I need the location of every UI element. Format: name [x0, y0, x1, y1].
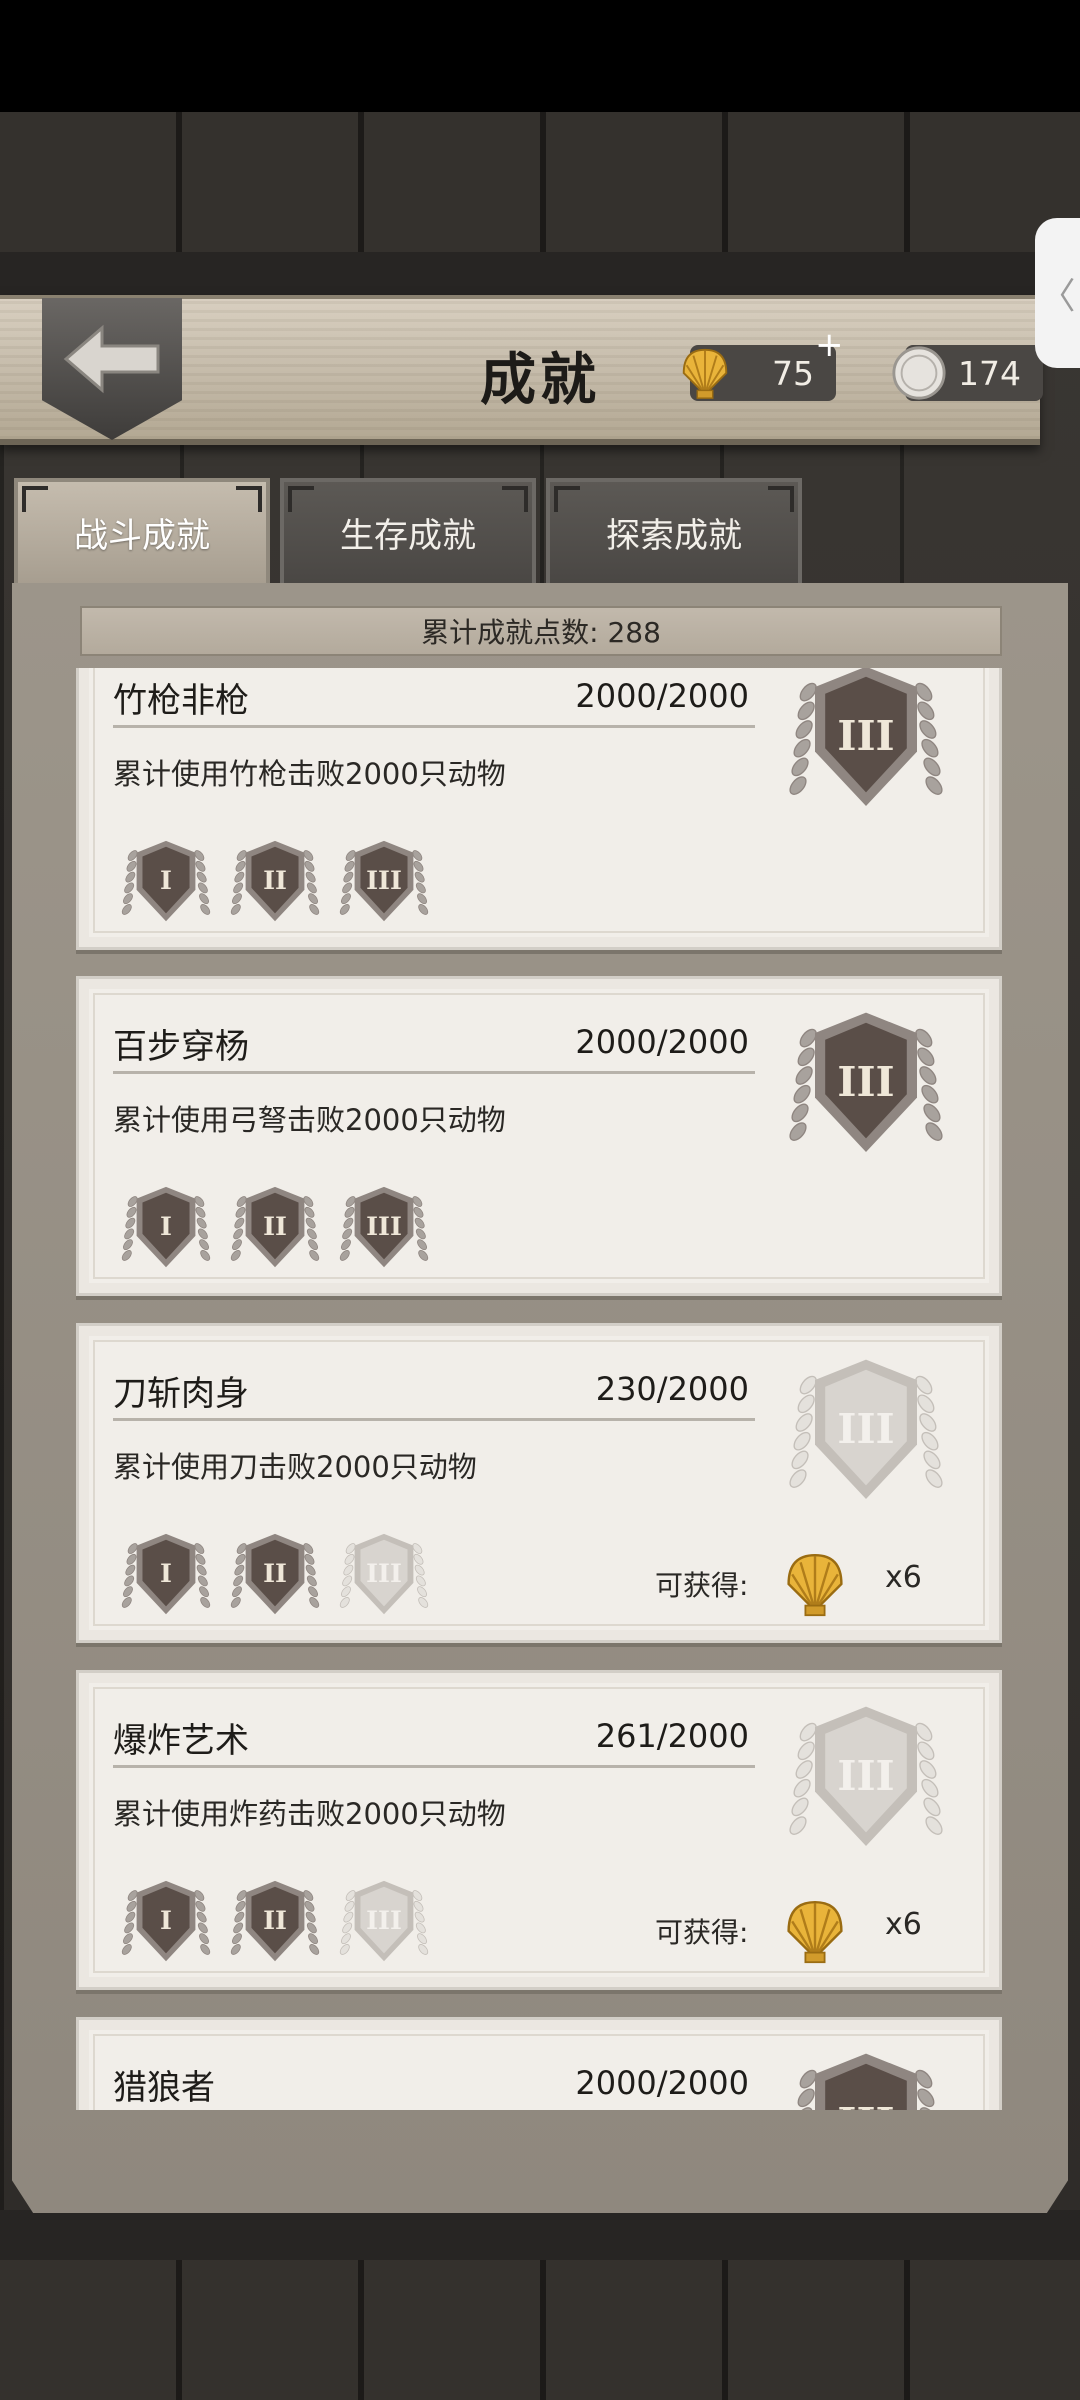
tab-combat-label: 战斗成就 [74, 516, 210, 556]
tab-combat[interactable]: 战斗成就 [14, 478, 270, 583]
achievement-description: 累计使用刀击败2000只动物 [113, 1450, 477, 1484]
tab-exploration[interactable]: 探索成就 [546, 478, 802, 583]
side-drawer-handle[interactable]: 〈 [1035, 218, 1080, 368]
shell-count: 75 [772, 353, 814, 393]
achievement-card[interactable]: 竹枪非枪 2000/2000 累计使用竹枪击败2000只动物 I II III III [76, 668, 1002, 950]
svg-text:I: I [160, 1212, 172, 1242]
achievement-points-text: 累计成就点数: 288 [421, 616, 661, 649]
achievement-progress: 2000/2000 [575, 2064, 749, 2102]
shell-icon [682, 348, 728, 399]
svg-text:III: III [837, 1058, 894, 1106]
achievement-progress: 261/2000 [595, 1717, 749, 1755]
achievement-description: 累计使用炸药击败2000只动物 [113, 1797, 506, 1831]
reward-label: 可获得: [655, 1569, 749, 1602]
tier-1-medal-icon: I [117, 1526, 215, 1624]
svg-text:II: II [263, 1906, 287, 1936]
reward-shell-icon [779, 1548, 851, 1620]
achievement-card[interactable]: 猎狼者2000/2000IIIIIIIII [76, 2017, 1002, 2110]
achievement-progress: 2000/2000 [575, 1023, 749, 1061]
achievement-name: 刀斩肉身 [113, 1374, 249, 1414]
achievement-list[interactable]: 竹枪非枪 2000/2000 累计使用竹枪击败2000只动物 I II III III 百步穿… [70, 668, 1010, 2110]
achievement-rank-medal-icon: III [781, 2040, 951, 2110]
achievement-rank-medal-icon: III [781, 999, 951, 1169]
tab-survival[interactable]: 生存成就 [280, 478, 536, 583]
divider [113, 1765, 755, 1768]
achievement-description: 累计使用弓弩击败2000只动物 [113, 1103, 506, 1137]
add-shells-button[interactable]: + [815, 325, 844, 365]
svg-text:III: III [837, 712, 894, 760]
reward-shell-icon [779, 1895, 851, 1967]
tier-2-medal-icon: II [226, 1179, 324, 1277]
svg-text:II: II [263, 866, 287, 896]
svg-text:III: III [366, 1559, 402, 1589]
svg-text:II: II [263, 1212, 287, 1242]
wood-beam-bottom [0, 2210, 1080, 2260]
achievement-description: 累计使用竹枪击败2000只动物 [113, 757, 506, 791]
reward-label: 可获得: [655, 1916, 749, 1949]
svg-text:III: III [366, 1906, 402, 1936]
tab-exploration-label: 探索成就 [606, 516, 742, 556]
achievement-name: 爆炸艺术 [113, 1721, 249, 1761]
achievement-points-bar: 累计成就点数: 288 [80, 606, 1002, 656]
reward-count: x6 [885, 1907, 922, 1942]
svg-text:I: I [160, 1906, 172, 1936]
reward-count: x6 [885, 1560, 922, 1595]
svg-text:III: III [837, 1752, 894, 1800]
achievement-progress: 230/2000 [595, 1370, 749, 1408]
svg-text:III: III [837, 2099, 894, 2110]
svg-text:III: III [366, 866, 402, 896]
achievement-card[interactable]: 爆炸艺术 261/2000 累计使用炸药击败2000只动物 I II III III 可获得:… [76, 1670, 1002, 1990]
achievement-name: 百步穿杨 [113, 1027, 249, 1067]
tier-3-medal-icon: III [335, 833, 433, 931]
achievement-rank-medal-icon: III [781, 1346, 951, 1516]
svg-text:III: III [366, 1212, 402, 1242]
divider [113, 725, 755, 728]
tier-2-medal-icon: II [226, 1526, 324, 1624]
achievement-name: 竹枪非枪 [113, 681, 249, 721]
achievement-rank-medal-icon: III [781, 1693, 951, 1863]
achievement-card[interactable]: 百步穿杨 2000/2000 累计使用弓弩击败2000只动物 I II III III [76, 976, 1002, 1296]
tier-2-medal-icon: II [226, 833, 324, 931]
tier-2-medal-icon: II [226, 1873, 324, 1971]
achievement-rank-medal-icon: III [781, 668, 951, 823]
tier-3-medal-icon: III [335, 1526, 433, 1624]
tier-1-medal-icon: I [117, 1873, 215, 1971]
tier-1-medal-icon: I [117, 833, 215, 931]
page-title: 成就 [480, 347, 600, 413]
coin-count: 174 [958, 353, 1021, 393]
achievement-name: 猎狼者 [113, 2068, 215, 2108]
status-bar [0, 0, 1080, 112]
tier-3-medal-icon: III [335, 1179, 433, 1277]
wood-beam [0, 252, 1080, 295]
svg-text:I: I [160, 1559, 172, 1589]
back-arrow-icon [63, 324, 160, 394]
tier-3-medal-icon: III [335, 1873, 433, 1971]
divider [113, 1418, 755, 1421]
achievement-card[interactable]: 刀斩肉身 230/2000 累计使用刀击败2000只动物 I II III III 可获得: … [76, 1323, 1002, 1643]
tab-survival-label: 生存成就 [340, 516, 476, 556]
coin-icon [892, 346, 946, 400]
tier-1-medal-icon: I [117, 1179, 215, 1277]
svg-text:I: I [160, 866, 172, 896]
svg-text:II: II [263, 1559, 287, 1589]
divider [113, 1071, 755, 1074]
wood-planks-top [0, 112, 1080, 252]
achievement-progress: 2000/2000 [575, 677, 749, 715]
svg-text:III: III [837, 1405, 894, 1453]
